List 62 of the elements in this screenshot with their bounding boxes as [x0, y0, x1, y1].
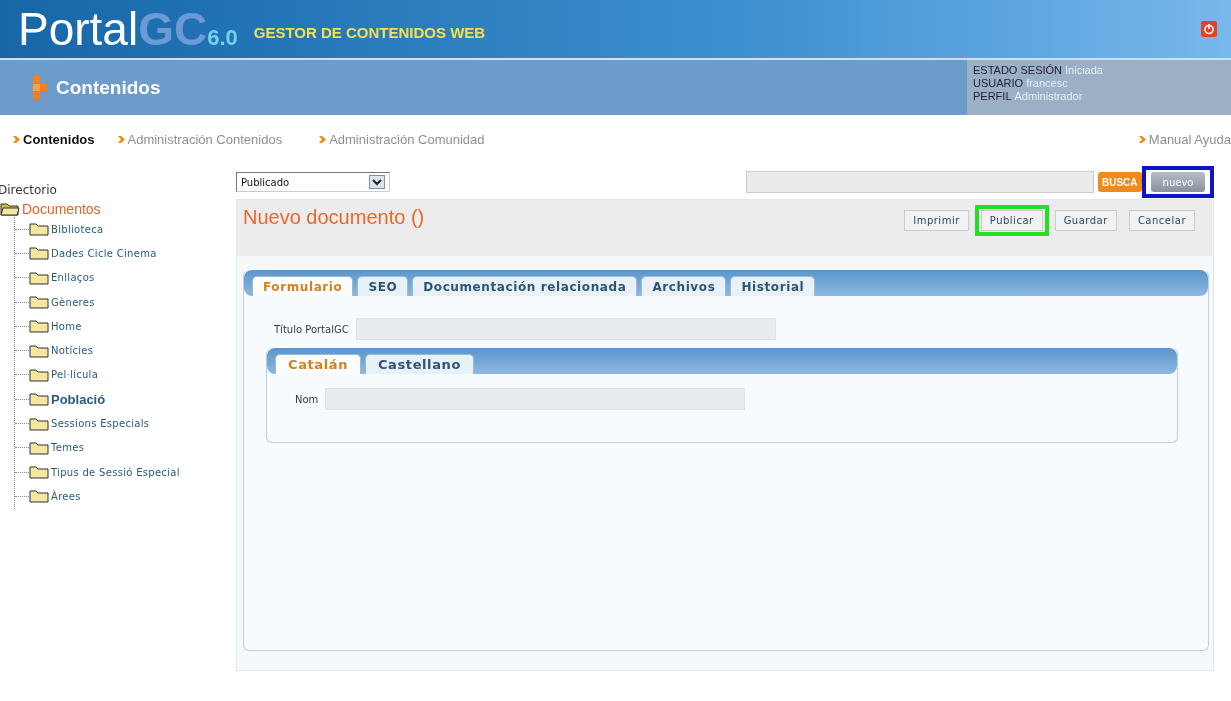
arrow-icon [1137, 134, 1147, 144]
tree-item[interactable]: Biblioteca [29, 222, 104, 237]
tab[interactable]: Historial [730, 276, 816, 296]
input-field[interactable] [325, 388, 746, 410]
blocks-icon [32, 75, 48, 100]
session-value: francesc [1026, 77, 1068, 90]
folder-icon [29, 319, 49, 334]
tree-item[interactable]: Notícies [29, 343, 94, 358]
tab[interactable]: Castellano [365, 354, 474, 374]
open-folder-icon [0, 202, 20, 216]
tree-item[interactable]: Home [29, 319, 82, 334]
tree-item[interactable]: Enllaços [29, 270, 95, 285]
field-label: Nom [295, 393, 319, 405]
tagline: GESTOR DE CONTENIDOS WEB [253, 23, 486, 41]
status-select[interactable]: Publicado [236, 172, 390, 192]
tree-item[interactable]: Tipus de Sessió Especial [29, 465, 180, 480]
logo-text: GC [138, 6, 208, 52]
folder-icon [29, 392, 49, 407]
tree-item[interactable]: Gèneres [29, 295, 95, 310]
tree-item[interactable]: Documentos [0, 201, 236, 217]
sidebar-title: Directorio [0, 183, 58, 197]
arrow-icon [116, 134, 126, 144]
tree-item[interactable]: Àrees [29, 489, 81, 504]
version-text: 6.0 [207, 25, 238, 51]
action-button[interactable]: Imprimir [904, 210, 969, 231]
power-icon[interactable] [1201, 21, 1217, 37]
folder-icon [29, 367, 49, 382]
caret-icon [369, 175, 385, 189]
tab[interactable]: Documentación relacionada [412, 276, 638, 296]
tab[interactable]: Archivos [641, 276, 727, 296]
logo-text: Portal [18, 6, 139, 52]
folder-icon [29, 295, 49, 310]
document-title: Nuevo documento () [243, 206, 425, 229]
folder-icon [29, 246, 49, 261]
folder-icon [29, 270, 49, 285]
session-value: Iniciada [1065, 64, 1103, 77]
folder-icon [29, 416, 49, 431]
field-label: Título PortalGC [274, 323, 349, 335]
tree-item[interactable]: Població [29, 391, 106, 407]
tab[interactable]: SEO [357, 276, 409, 296]
session-label: USUARIO [973, 77, 1024, 90]
arrow-icon [318, 134, 328, 144]
tree-item[interactable]: Temes [29, 440, 85, 455]
session-label: ESTADO SESIÓN [973, 64, 1063, 77]
action-button[interactable]: Cancelar [1128, 210, 1195, 231]
action-button[interactable]: Guardar [1054, 210, 1117, 231]
folder-icon [29, 465, 49, 480]
tree-item[interactable]: Sessions Especials [29, 416, 150, 431]
folder-icon [29, 489, 49, 504]
arrow-icon [12, 134, 21, 144]
folder-icon [29, 343, 49, 358]
folder-icon [29, 440, 49, 455]
tree-item[interactable]: Dades Cicle Cinema [29, 246, 157, 261]
search-field[interactable] [746, 171, 1094, 193]
session-value: Administrador [1014, 90, 1083, 103]
nav-link[interactable]: Contenidos [12, 131, 95, 147]
tree-item[interactable]: Pel·lícula [29, 367, 99, 382]
folder-icon [29, 222, 49, 237]
session-label: PERFIL [973, 90, 1012, 103]
action-button[interactable]: Publicar [980, 210, 1043, 231]
section-title: Contenidos [56, 76, 161, 99]
input-field[interactable] [355, 318, 776, 340]
